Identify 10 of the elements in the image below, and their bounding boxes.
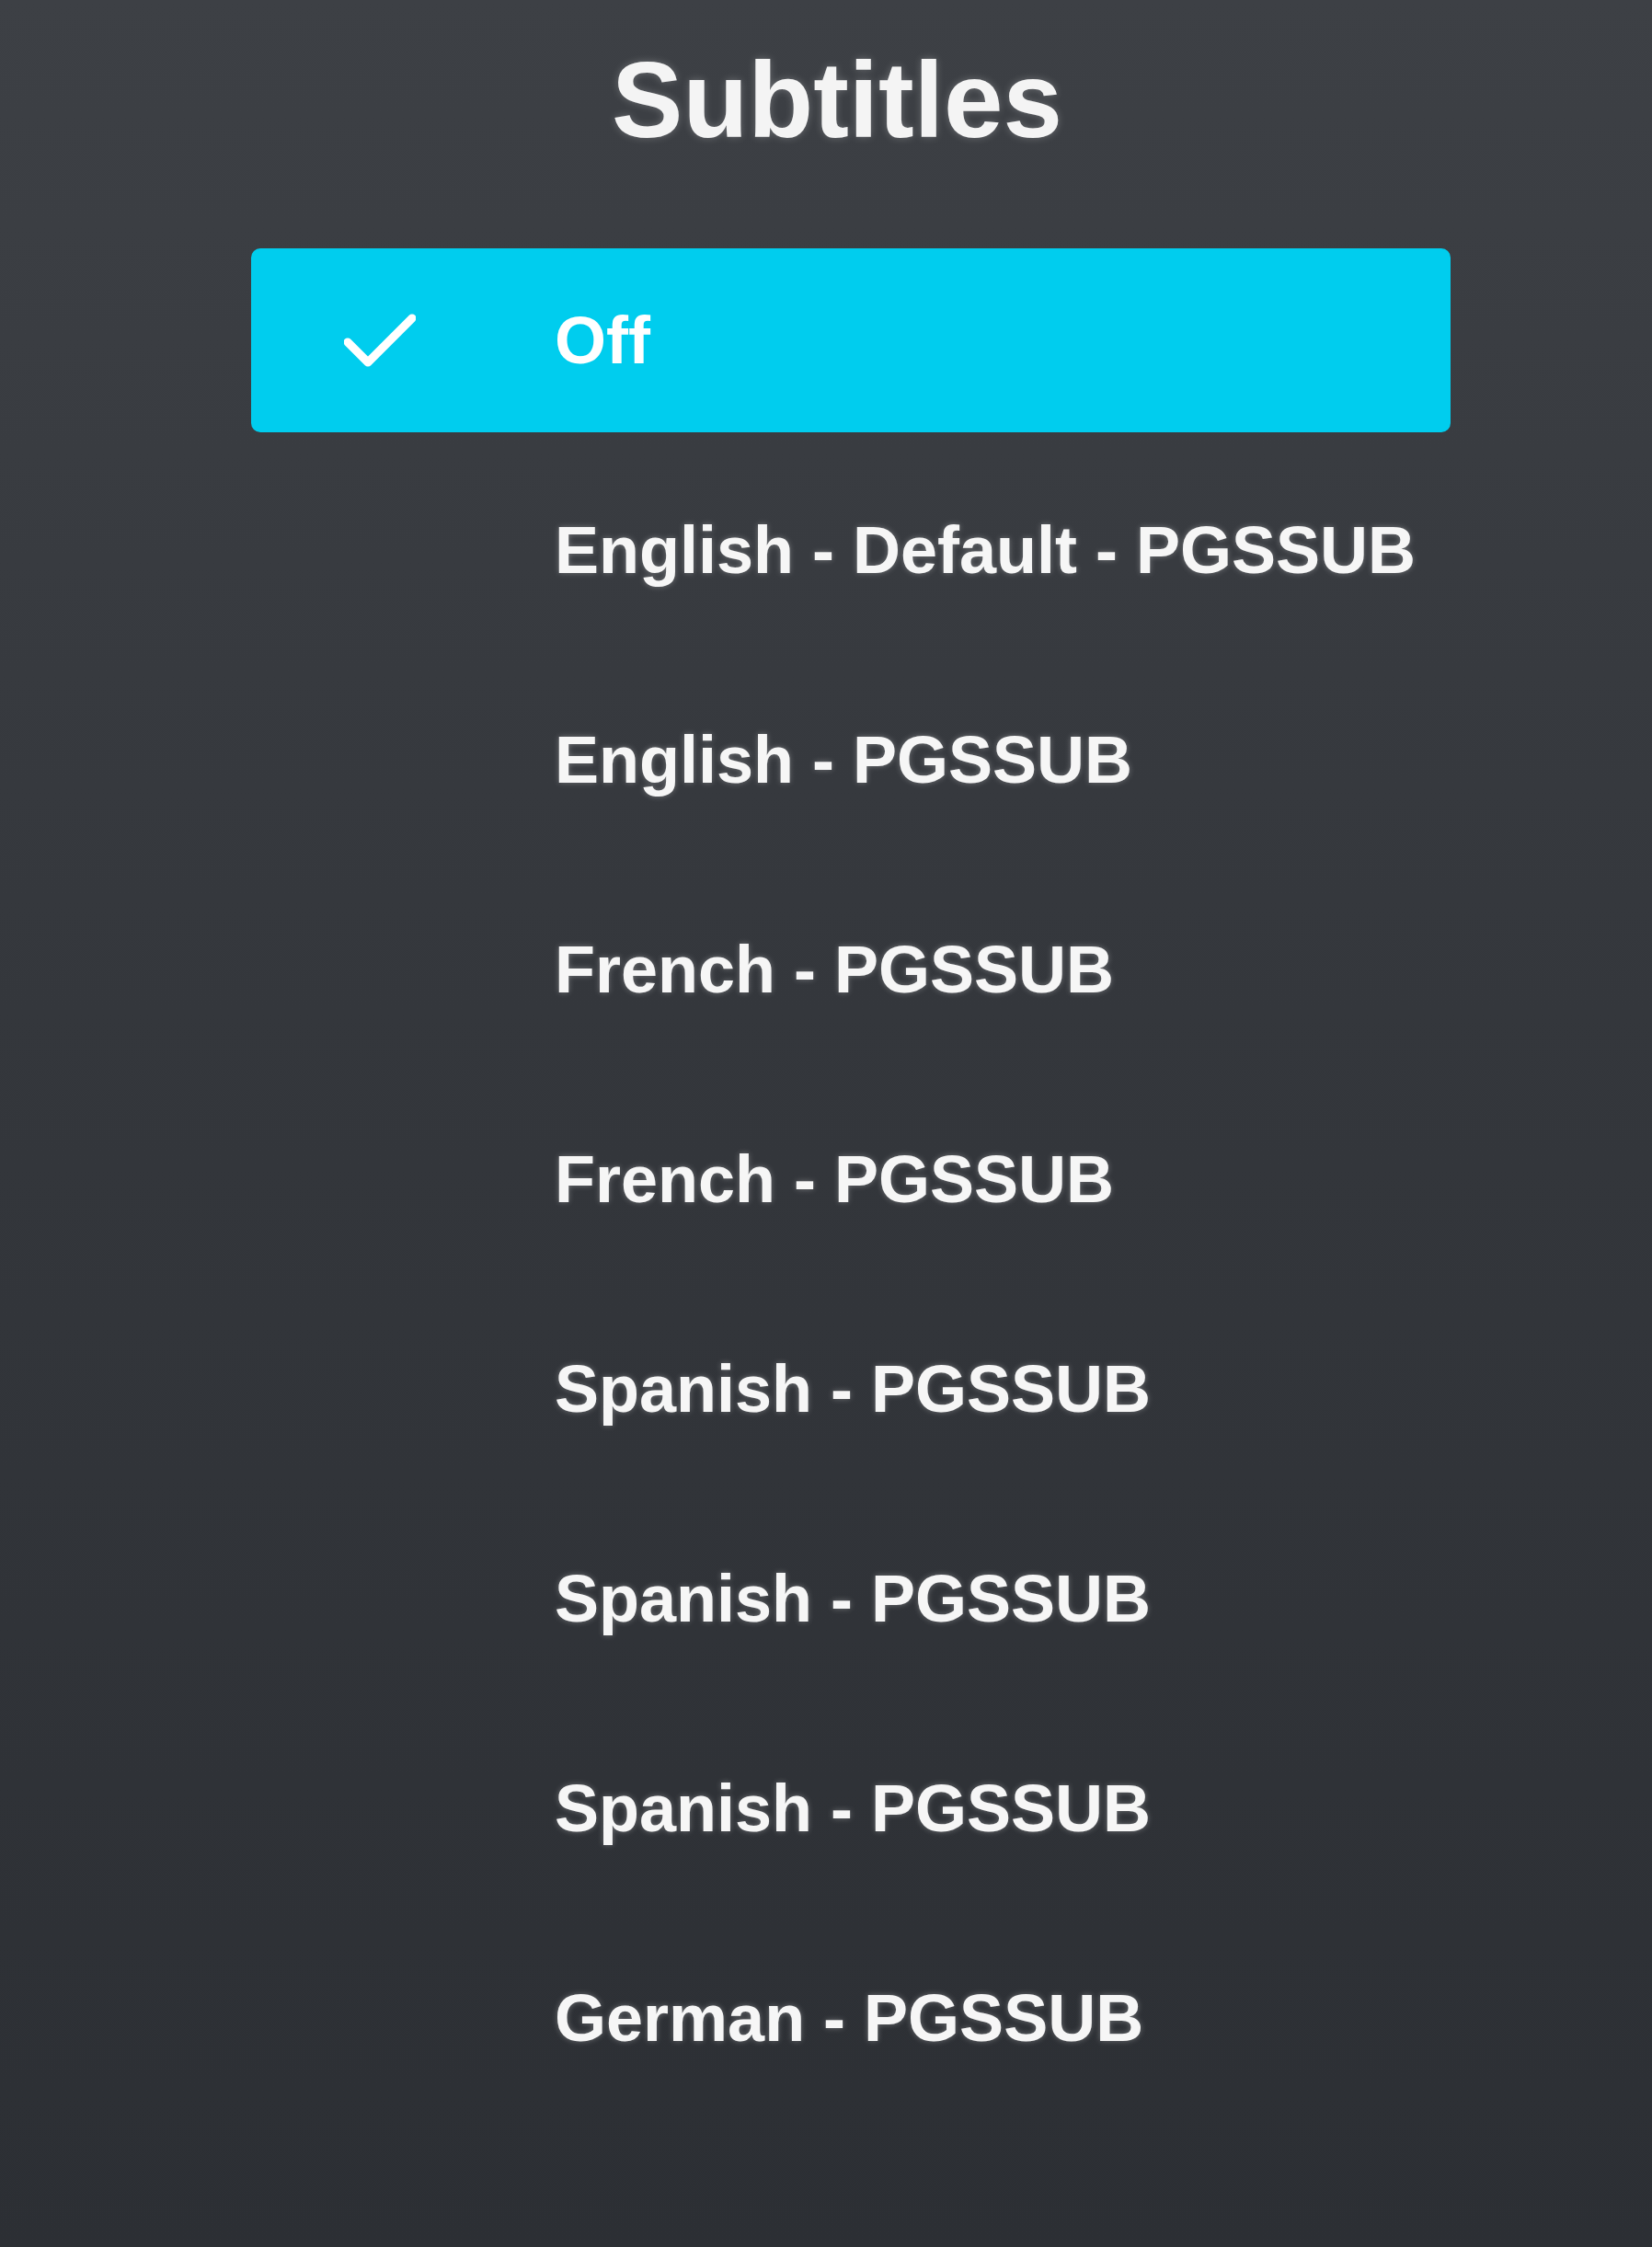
subtitle-option[interactable]: Spanish - PGSSUB bbox=[251, 1716, 1451, 1901]
subtitle-option[interactable]: German - PGSSUB bbox=[251, 1926, 1451, 2111]
subtitle-option[interactable]: French - PGSSUB bbox=[251, 1087, 1451, 1272]
subtitle-option[interactable]: Spanish - PGSSUB bbox=[251, 1507, 1451, 1691]
menu-title: Subtitles bbox=[612, 40, 1062, 162]
subtitle-option[interactable]: Spanish - PGSSUB bbox=[251, 1297, 1451, 1482]
subtitle-option[interactable]: English - PGSSUB bbox=[251, 668, 1451, 853]
subtitle-option[interactable]: French - PGSSUB bbox=[251, 877, 1451, 1062]
subtitle-option[interactable]: English - Default - PGSSUB bbox=[251, 458, 1451, 643]
checkmark-icon bbox=[344, 313, 416, 369]
